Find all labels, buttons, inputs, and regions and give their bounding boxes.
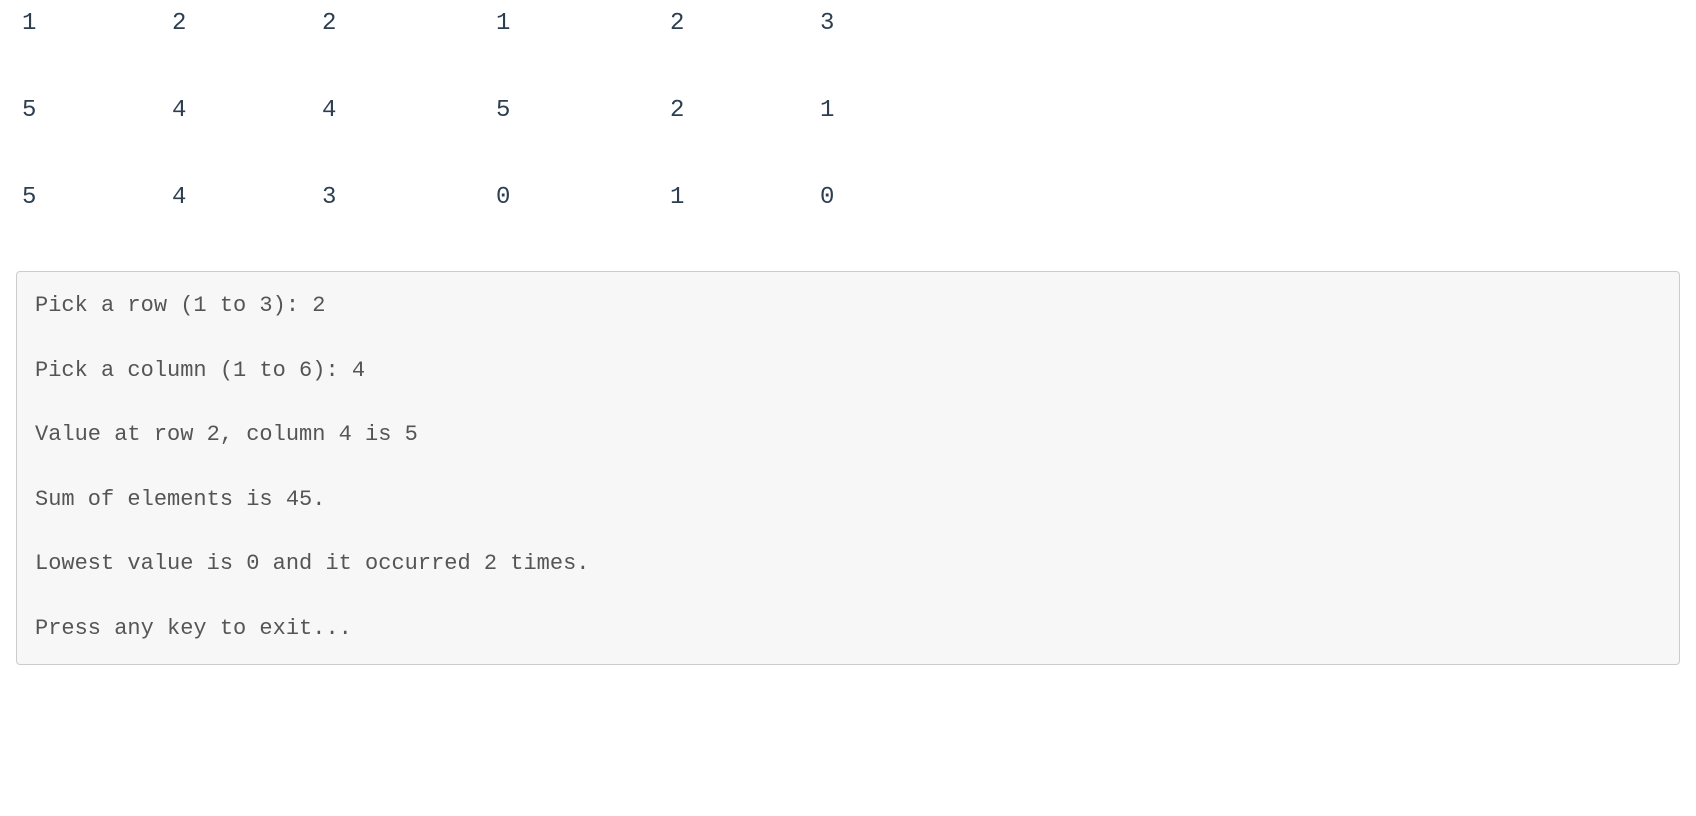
console-line: Lowest value is 0 and it occurred 2 time… [35,550,1661,579]
matrix-cell: 1 [496,10,646,37]
matrix-cell: 1 [22,10,172,37]
matrix-cell: 5 [496,97,646,124]
matrix-cell: 1 [670,184,820,211]
matrix-cell: 2 [322,10,472,37]
matrix-row: 5 4 4 5 2 1 [22,97,1686,124]
matrix-row: 1 2 2 1 2 3 [22,10,1686,37]
matrix-cell: 5 [22,97,172,124]
matrix-cell: 2 [172,10,322,37]
console-line: Press any key to exit... [35,615,1661,644]
matrix-row: 5 4 3 0 1 0 [22,184,1686,211]
console-line: Sum of elements is 45. [35,486,1661,515]
matrix-cell: 1 [820,97,970,124]
matrix-cell: 4 [172,184,322,211]
matrix-cell: 0 [820,184,970,211]
console-line: Pick a column (1 to 6): 4 [35,357,1661,386]
matrix-cell: 0 [496,184,646,211]
matrix-cell: 2 [670,10,820,37]
matrix-cell: 2 [670,97,820,124]
matrix-display: 1 2 2 1 2 3 5 4 4 5 2 1 5 4 3 0 1 0 [10,10,1686,211]
matrix-cell: 4 [172,97,322,124]
console-line: Pick a row (1 to 3): 2 [35,292,1661,321]
console-line: Value at row 2, column 4 is 5 [35,421,1661,450]
matrix-cell: 4 [322,97,472,124]
matrix-cell: 3 [322,184,472,211]
console-output: Pick a row (1 to 3): 2 Pick a column (1 … [16,271,1680,665]
matrix-cell: 5 [22,184,172,211]
matrix-cell: 3 [820,10,970,37]
